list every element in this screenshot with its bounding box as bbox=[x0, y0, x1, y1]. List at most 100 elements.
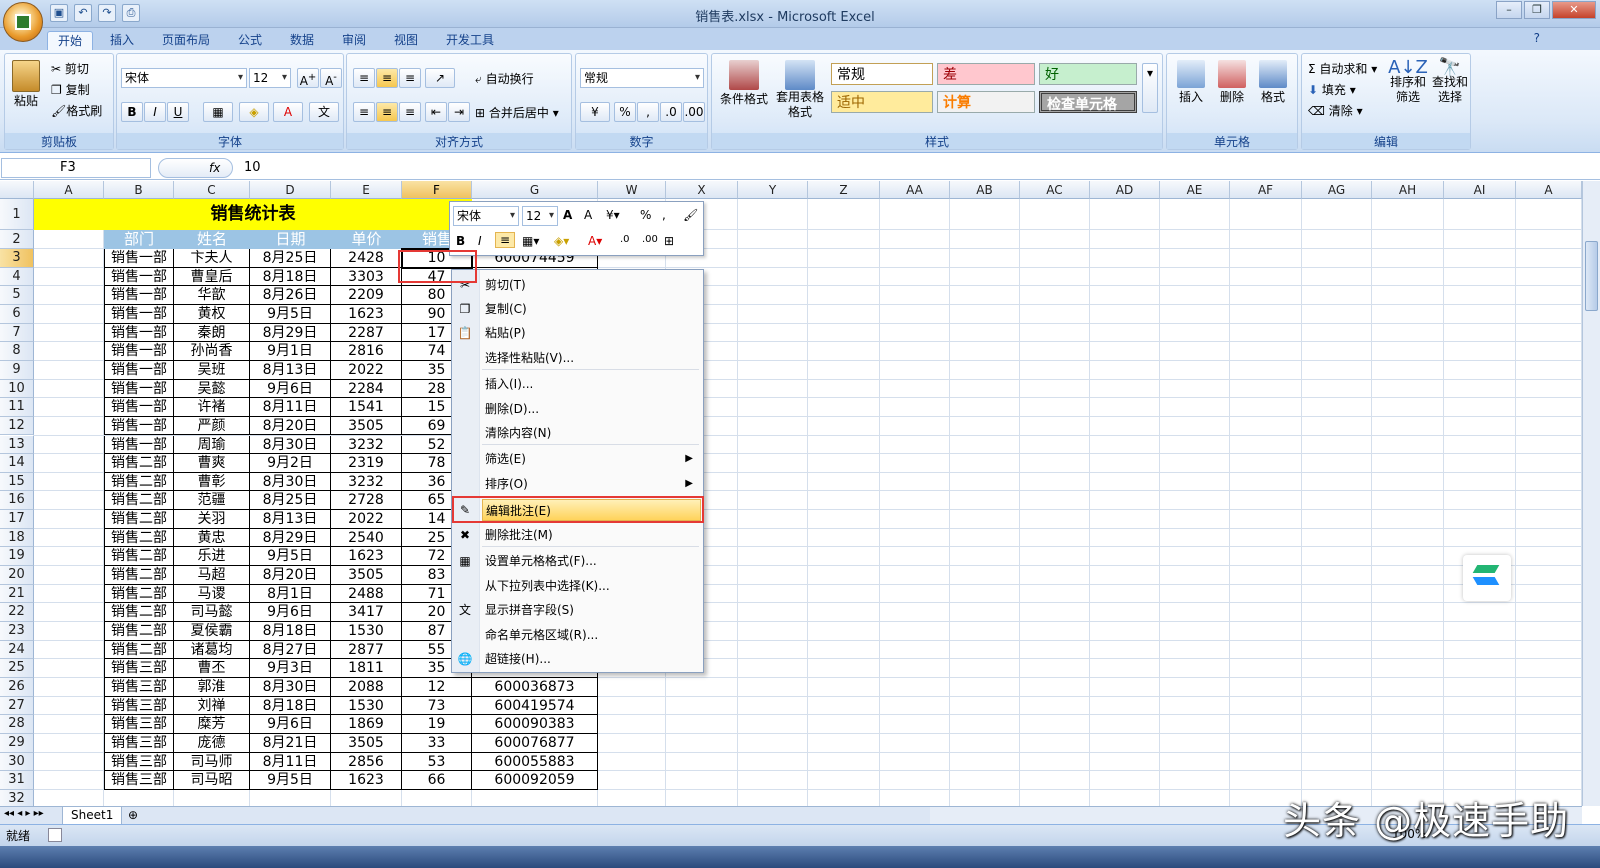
table-cell[interactable]: 1541 bbox=[331, 398, 402, 417]
clear-button[interactable]: ⌫ 清除 ▾ bbox=[1308, 102, 1363, 119]
column-header[interactable]: E bbox=[331, 181, 402, 199]
mini-currency-icon[interactable]: ¥▾ bbox=[606, 208, 620, 222]
table-cell[interactable]: 2319 bbox=[331, 454, 402, 473]
sort-filter-button[interactable]: A↓Z 排序和筛选 bbox=[1388, 59, 1428, 105]
row-header[interactable]: 3 bbox=[0, 249, 34, 268]
table-cell[interactable]: 66 bbox=[402, 771, 472, 790]
mini-grow-font-icon[interactable]: A bbox=[563, 208, 572, 222]
sheet-nav-icon[interactable]: ◂◂ ◂ ▸ ▸▸ bbox=[4, 808, 44, 819]
table-cell[interactable]: 8月25日 bbox=[250, 249, 331, 268]
context-menu-item[interactable]: 从下拉列表中选择(K)... bbox=[482, 575, 701, 597]
table-cell[interactable]: 9月1日 bbox=[250, 342, 331, 361]
mini-font-color-icon[interactable]: A▾ bbox=[588, 234, 602, 248]
table-cell[interactable]: 9月6日 bbox=[250, 379, 331, 399]
table-cell[interactable]: 2022 bbox=[331, 360, 402, 380]
column-header[interactable]: A bbox=[1516, 181, 1582, 199]
phonetic-icon[interactable]: 文 bbox=[309, 102, 339, 122]
mini-merge-icon[interactable]: ⊞ bbox=[664, 234, 674, 248]
table-cell[interactable]: 2877 bbox=[331, 640, 402, 660]
table-cell[interactable]: 销售一部 bbox=[104, 342, 174, 361]
column-header[interactable]: AH bbox=[1372, 181, 1444, 199]
row-header[interactable]: 5 bbox=[0, 286, 34, 305]
table-cell[interactable]: 8月30日 bbox=[250, 472, 331, 492]
table-cell[interactable]: 8月20日 bbox=[250, 416, 331, 436]
table-cell[interactable]: 8月29日 bbox=[250, 323, 331, 343]
row-header[interactable]: 23 bbox=[0, 622, 34, 641]
bold-icon[interactable]: B bbox=[121, 102, 143, 122]
decrease-indent-icon[interactable]: ⇤ bbox=[425, 102, 447, 122]
table-cell[interactable]: 600055883 bbox=[472, 752, 598, 772]
table-cell[interactable]: 销售一部 bbox=[104, 435, 174, 455]
fill-color-icon[interactable]: ◈ bbox=[239, 102, 269, 122]
minimize-button[interactable]: – bbox=[1496, 1, 1522, 19]
table-cell[interactable]: 2022 bbox=[331, 510, 402, 529]
row-header[interactable]: 14 bbox=[0, 454, 34, 473]
table-cell[interactable]: 3505 bbox=[331, 566, 402, 585]
table-cell[interactable]: 8月30日 bbox=[250, 435, 331, 455]
table-cell[interactable]: 销售一部 bbox=[104, 360, 174, 380]
tab-data[interactable]: 数据 bbox=[280, 31, 324, 50]
table-cell[interactable]: 600419574 bbox=[472, 696, 598, 716]
table-cell[interactable]: 曹皇后 bbox=[174, 267, 250, 287]
table-cell[interactable]: 8月25日 bbox=[250, 491, 331, 511]
table-cell[interactable]: 1623 bbox=[331, 304, 402, 324]
align-center-icon[interactable]: ≡ bbox=[376, 102, 398, 122]
mini-bold-icon[interactable]: B bbox=[456, 234, 465, 248]
table-cell[interactable]: 销售二部 bbox=[104, 547, 174, 567]
table-cell[interactable]: 销售二部 bbox=[104, 472, 174, 492]
mini-comma[interactable]: , bbox=[662, 208, 666, 222]
row-header[interactable]: 10 bbox=[0, 379, 34, 399]
column-header[interactable]: A bbox=[34, 181, 104, 199]
table-cell[interactable]: 73 bbox=[402, 696, 472, 716]
table-cell[interactable]: 销售二部 bbox=[104, 584, 174, 604]
table-cell[interactable]: 8月20日 bbox=[250, 566, 331, 585]
table-cell[interactable]: 12 bbox=[402, 677, 472, 697]
row-header[interactable]: 13 bbox=[0, 435, 34, 455]
find-select-button[interactable]: 🔭 查找和选择 bbox=[1430, 59, 1470, 105]
table-cell[interactable]: 销售二部 bbox=[104, 491, 174, 511]
italic-icon[interactable]: I bbox=[144, 102, 166, 122]
table-cell[interactable]: 关羽 bbox=[174, 510, 250, 529]
table-format-button[interactable]: 套用表格格式 bbox=[774, 60, 826, 120]
column-header[interactable]: AB bbox=[950, 181, 1020, 199]
table-cell[interactable]: 8月1日 bbox=[250, 584, 331, 604]
table-cell[interactable]: 8月13日 bbox=[250, 360, 331, 380]
column-header[interactable]: AI bbox=[1444, 181, 1516, 199]
tab-formulas[interactable]: 公式 bbox=[228, 31, 272, 50]
table-cell[interactable]: 诸葛均 bbox=[174, 640, 250, 660]
scroll-thumb[interactable] bbox=[1585, 241, 1598, 311]
table-cell[interactable]: 600036873 bbox=[472, 677, 598, 697]
name-box[interactable]: F3 bbox=[1, 158, 151, 178]
currency-icon[interactable]: ¥ bbox=[580, 102, 610, 122]
table-cell[interactable]: 8月27日 bbox=[250, 640, 331, 660]
table-cell[interactable]: 销售三部 bbox=[104, 752, 174, 772]
table-cell[interactable]: 黄权 bbox=[174, 304, 250, 324]
table-cell[interactable]: 许褚 bbox=[174, 398, 250, 417]
comma-button[interactable]: , bbox=[637, 102, 659, 122]
table-cell[interactable]: 销售三部 bbox=[104, 771, 174, 790]
merge-center-button[interactable]: ⊞ 合并后居中 ▾ bbox=[475, 104, 559, 121]
context-menu-item[interactable]: 删除(D)... bbox=[482, 398, 701, 420]
context-menu-item[interactable]: 清除内容(N) bbox=[482, 422, 701, 444]
table-cell[interactable]: 销售二部 bbox=[104, 528, 174, 548]
table-cell[interactable]: 销售一部 bbox=[104, 267, 174, 287]
column-header[interactable]: Y bbox=[738, 181, 808, 199]
increase-indent-icon[interactable]: ⇥ bbox=[448, 102, 470, 122]
table-cell[interactable]: 2728 bbox=[331, 491, 402, 511]
table-cell[interactable]: 8月13日 bbox=[250, 510, 331, 529]
align-top-icon[interactable]: ≡ bbox=[353, 68, 375, 88]
tab-home[interactable]: 开始 bbox=[47, 31, 94, 50]
table-cell[interactable]: 销售一部 bbox=[104, 323, 174, 343]
context-menu-item[interactable]: 删除批注(M) bbox=[482, 524, 701, 546]
row-header[interactable]: 30 bbox=[0, 752, 34, 772]
row-header[interactable]: 29 bbox=[0, 733, 34, 753]
table-cell[interactable]: 9月6日 bbox=[250, 715, 331, 734]
row-header[interactable]: 6 bbox=[0, 304, 34, 324]
restore-button[interactable]: ❐ bbox=[1524, 1, 1550, 19]
row-header[interactable]: 17 bbox=[0, 510, 34, 529]
row-header[interactable]: 21 bbox=[0, 584, 34, 604]
table-cell[interactable]: 8月18日 bbox=[250, 622, 331, 641]
table-cell[interactable]: 9月2日 bbox=[250, 454, 331, 473]
row-header[interactable]: 27 bbox=[0, 696, 34, 716]
table-cell[interactable]: 司马师 bbox=[174, 752, 250, 772]
